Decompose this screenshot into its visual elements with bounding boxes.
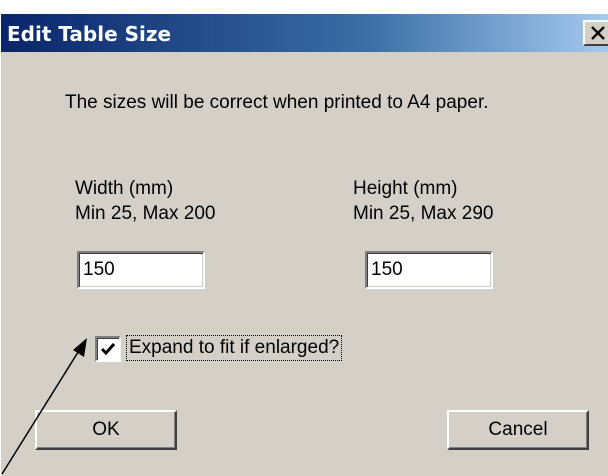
title-bar[interactable]: Edit Table Size [1,14,608,52]
expand-checkbox[interactable] [95,336,121,362]
info-message: The sizes will be correct when printed t… [65,92,489,113]
ok-button[interactable]: OK [35,410,177,450]
height-range: Min 25, Max 290 [353,203,494,224]
height-input[interactable]: 150 [365,251,493,289]
expand-checkbox-label[interactable]: Expand to fit if enlarged? [125,335,343,361]
height-label: Height (mm) [353,178,458,199]
cancel-button[interactable]: Cancel [447,410,589,450]
width-range: Min 25, Max 200 [75,203,216,224]
ok-button-label: OK [92,419,120,440]
width-input[interactable]: 150 [77,251,205,289]
close-icon [591,26,605,40]
edit-table-size-dialog: Edit Table Size The sizes will be correc… [0,13,608,476]
cancel-button-label: Cancel [488,419,548,440]
checkmark-icon [100,343,116,356]
width-label: Width (mm) [75,178,174,199]
dialog-title: Edit Table Size [7,22,172,46]
close-button[interactable] [583,20,608,46]
